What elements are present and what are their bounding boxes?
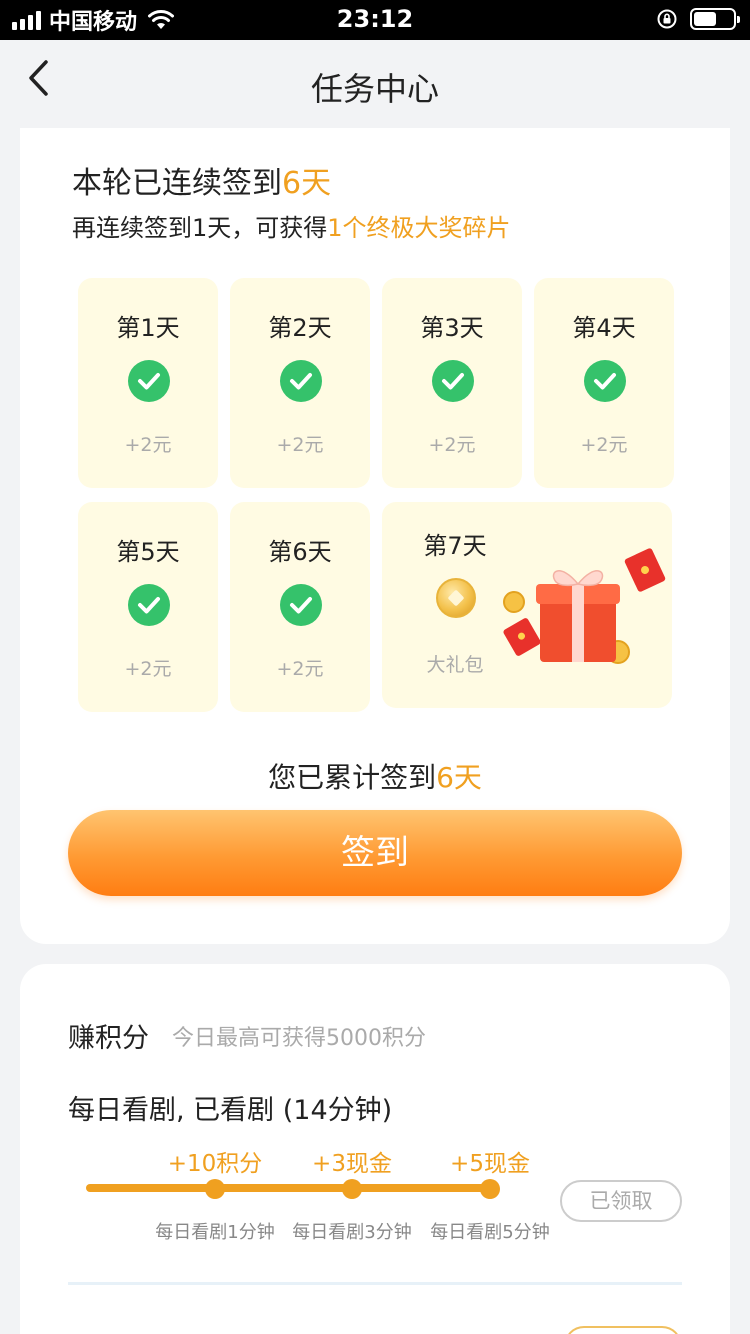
section-subtitle: 今日最高可获得5000积分 (172, 1026, 426, 1051)
streak-text: 本轮已连续签到6天 (72, 158, 331, 202)
day-label: 第1天 (116, 314, 180, 342)
day-tile-6: 第6天 +2元 (230, 502, 370, 712)
rotation-lock-icon (657, 9, 677, 29)
milestone-caption: 每日看剧1分钟 (155, 1222, 275, 1243)
checkin-card: 本轮已连续签到6天 再连续签到1天，可获得1个终极大奖碎片 第1天 +2元 第2… (20, 128, 730, 944)
day-tile-3: 第3天 +2元 (382, 278, 522, 488)
milestone-caption: 每日看剧3分钟 (292, 1222, 412, 1243)
day-label: 第2天 (268, 314, 332, 342)
day-reward: +2元 (276, 434, 324, 456)
milestone-reward: +3现金 (312, 1151, 392, 1177)
check-circle-icon (128, 360, 170, 402)
next-task-button[interactable] (564, 1326, 682, 1334)
cumulative-value: 6天 (436, 761, 482, 794)
day-label: 第6天 (268, 538, 332, 566)
page-title: 任务中心 (310, 70, 439, 108)
streak-hint: 再连续签到1天，可获得1个终极大奖碎片 (72, 208, 511, 243)
progress-track (86, 1184, 498, 1192)
day-reward: +2元 (580, 434, 628, 456)
streak-prefix: 本轮已连续签到 (72, 166, 282, 201)
day-reward: +2元 (124, 658, 172, 680)
day-label: 第4天 (572, 314, 636, 342)
day-reward: +2元 (428, 434, 476, 456)
day-tile-4: 第4天 +2元 (534, 278, 674, 488)
section-title: 赚积分 (68, 1023, 149, 1054)
status-right (656, 8, 740, 30)
milestone-dot (205, 1179, 225, 1199)
task-title: 每日看剧, 已看剧 (14分钟) (68, 1095, 393, 1126)
nav-bar: 任务中心 (0, 40, 750, 126)
day-label: 第3天 (420, 314, 484, 342)
hint-highlight: 1个终极大奖碎片 (327, 214, 511, 242)
claimed-button[interactable]: 已领取 (560, 1180, 682, 1222)
cumulative-prefix: 您已累计签到 (268, 761, 437, 794)
milestone-caption: 每日看剧5分钟 (430, 1222, 550, 1243)
status-bar: 中国移动 23:12 (0, 0, 750, 40)
earn-points-card: 赚积分 今日最高可获得5000积分 每日看剧, 已看剧 (14分钟) +10积分… (20, 964, 730, 1334)
check-circle-icon (584, 360, 626, 402)
day-tile-5: 第5天 +2元 (78, 502, 218, 712)
cumulative-text: 您已累计签到6天 (20, 756, 730, 796)
check-circle-icon (432, 360, 474, 402)
coin-icon (436, 578, 476, 618)
day-reward: +2元 (276, 658, 324, 680)
day-label: 第5天 (116, 538, 180, 566)
day-tile-1: 第1天 +2元 (78, 278, 218, 488)
streak-value: 6天 (282, 166, 332, 201)
day-tile-2: 第2天 +2元 (230, 278, 370, 488)
check-circle-icon (280, 584, 322, 626)
day-tile-7: 第7天 大礼包 (382, 502, 672, 708)
battery-icon (690, 8, 740, 30)
divider (68, 1282, 682, 1285)
checkin-button[interactable]: 签到 (68, 810, 682, 896)
milestone-dot (342, 1179, 362, 1199)
status-time: 23:12 (336, 5, 414, 33)
day-reward: +2元 (124, 434, 172, 456)
gift-box-icon (503, 548, 666, 664)
check-circle-icon (280, 360, 322, 402)
milestone-dot (480, 1179, 500, 1199)
milestone-reward: +5现金 (450, 1151, 530, 1177)
hint-prefix: 再连续签到1天，可获得 (72, 214, 328, 242)
milestone-reward: +10积分 (167, 1151, 263, 1177)
check-circle-icon (128, 584, 170, 626)
